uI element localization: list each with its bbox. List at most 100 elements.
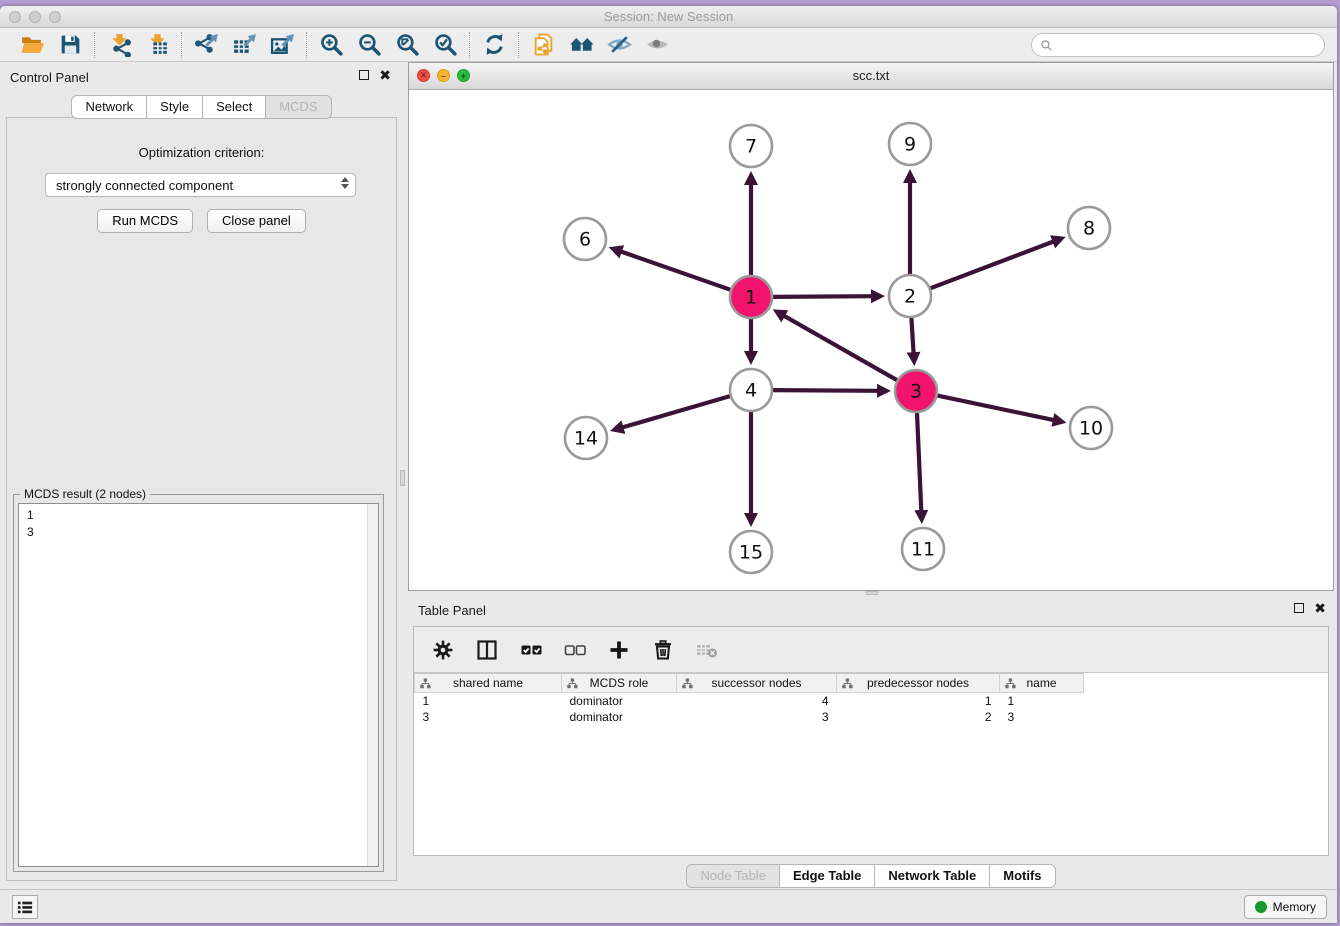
- criterion-dropdown[interactable]: strongly connected component: [45, 173, 356, 197]
- close-table-panel-icon[interactable]: ✖: [1314, 603, 1326, 613]
- graph-node-10[interactable]: 10: [1070, 407, 1112, 449]
- column-header-MCDS-role[interactable]: MCDS role: [562, 674, 677, 693]
- graph-node-14[interactable]: 14: [565, 417, 607, 459]
- delete-table-icon: [695, 638, 719, 662]
- edge-1-2[interactable]: [773, 296, 872, 297]
- graph-node-15[interactable]: 15: [730, 531, 772, 573]
- graph-node-1[interactable]: 1: [730, 276, 772, 318]
- delete-table-button[interactable]: [694, 637, 720, 663]
- search-box[interactable]: [1031, 33, 1325, 57]
- table-cell[interactable]: 4: [677, 693, 837, 709]
- tab-style[interactable]: Style: [146, 95, 203, 119]
- tab-motifs[interactable]: Motifs: [989, 864, 1055, 888]
- tab-mcds[interactable]: MCDS: [265, 95, 331, 119]
- column-header-name[interactable]: name: [1000, 674, 1084, 693]
- table-row[interactable]: 1dominator411: [415, 693, 1100, 709]
- export-network-icon: [194, 32, 219, 57]
- column-header-successor-nodes[interactable]: successor nodes: [677, 674, 837, 693]
- show-graphics-details-button[interactable]: [643, 31, 671, 59]
- zoom-selected-button[interactable]: [431, 31, 459, 59]
- network-canvas[interactable]: 1 2 3 4 6 7 8 9 10 11 14 15: [409, 90, 1333, 590]
- close-panel-button[interactable]: Close panel: [207, 209, 306, 233]
- export-image-button[interactable]: [268, 31, 296, 59]
- vertical-split-handle[interactable]: [400, 470, 405, 486]
- control-panel: Control Panel ✖ NetworkStyleSelectMCDS O…: [0, 62, 403, 889]
- zoom-in-button[interactable]: [317, 31, 345, 59]
- column-type-icon: [420, 678, 431, 689]
- result-scrollbar[interactable]: [367, 504, 378, 866]
- export-image-icon: [270, 32, 295, 57]
- tab-network[interactable]: Network: [71, 95, 147, 119]
- column-type-icon: [842, 678, 853, 689]
- zoom-fit-button[interactable]: [393, 31, 421, 59]
- graph-node-4[interactable]: 4: [730, 369, 772, 411]
- table-cell[interactable]: 1: [837, 693, 1000, 709]
- graph-node-2[interactable]: 2: [889, 275, 931, 317]
- table-cell[interactable]: 3: [677, 709, 837, 725]
- memory-button[interactable]: Memory: [1244, 895, 1327, 919]
- show-graphics-details-icon: [645, 32, 670, 57]
- table-cell[interactable]: 3: [1000, 709, 1084, 725]
- edge-3-10[interactable]: [938, 396, 1054, 421]
- control-panel-tabs: NetworkStyleSelectMCDS: [0, 95, 403, 119]
- refresh-network-button[interactable]: [480, 31, 508, 59]
- table-cell[interactable]: 1: [1000, 693, 1084, 709]
- edge-3-11[interactable]: [917, 413, 921, 511]
- edge-2-8[interactable]: [931, 242, 1054, 289]
- toggle-panel-layout-button[interactable]: [474, 637, 500, 663]
- import-network-button[interactable]: [105, 31, 133, 59]
- node-label: 4: [745, 380, 757, 402]
- column-type-icon: [567, 678, 578, 689]
- open-session-button[interactable]: [18, 31, 46, 59]
- open-network-file-button[interactable]: [529, 31, 557, 59]
- edge-4-3[interactable]: [773, 390, 878, 391]
- export-network-button[interactable]: [192, 31, 220, 59]
- add-column-button[interactable]: [606, 637, 632, 663]
- graph-node-6[interactable]: 6: [564, 218, 606, 260]
- select-all-rows-button[interactable]: [518, 637, 544, 663]
- memory-status-icon: [1255, 901, 1267, 913]
- column-header-predecessor-nodes[interactable]: predecessor nodes: [837, 674, 1000, 693]
- edge-1-6[interactable]: [621, 252, 730, 290]
- close-panel-icon[interactable]: ✖: [379, 70, 391, 80]
- tab-node-table[interactable]: Node Table: [686, 864, 780, 888]
- import-table-button[interactable]: [143, 31, 171, 59]
- float-panel-icon[interactable]: [359, 70, 369, 80]
- float-table-panel-icon[interactable]: [1294, 603, 1304, 613]
- task-history-button[interactable]: [12, 895, 38, 919]
- graph-node-7[interactable]: 7: [730, 125, 772, 167]
- table-settings-button[interactable]: [430, 637, 456, 663]
- export-table-button[interactable]: [230, 31, 258, 59]
- save-session-button[interactable]: [56, 31, 84, 59]
- table-cell[interactable]: dominator: [562, 709, 677, 725]
- column-header-shared-name[interactable]: shared name: [415, 674, 562, 693]
- hide-graphics-details-button[interactable]: [605, 31, 633, 59]
- delete-column-button[interactable]: [650, 637, 676, 663]
- table-row[interactable]: 3dominator323: [415, 709, 1100, 725]
- graph-node-9[interactable]: 9: [889, 123, 931, 165]
- delete-column-icon: [651, 638, 675, 662]
- graph-node-11[interactable]: 11: [902, 528, 944, 570]
- node-label: 3: [910, 381, 922, 403]
- network-window-titlebar[interactable]: ✕ – + scc.txt: [409, 63, 1333, 90]
- edge-4-14[interactable]: [623, 396, 730, 427]
- home-button[interactable]: [567, 31, 595, 59]
- tab-select[interactable]: Select: [202, 95, 266, 119]
- zoom-out-button[interactable]: [355, 31, 383, 59]
- table-cell[interactable]: 1: [415, 693, 562, 709]
- edge-2-3[interactable]: [911, 318, 913, 353]
- zoom-in-icon: [319, 32, 344, 57]
- table-cell[interactable]: dominator: [562, 693, 677, 709]
- graph-node-3[interactable]: 3: [895, 370, 937, 412]
- graph-node-8[interactable]: 8: [1068, 207, 1110, 249]
- search-input[interactable]: [1058, 38, 1316, 52]
- table-settings-icon: [431, 638, 455, 662]
- table-cell[interactable]: 2: [837, 709, 1000, 725]
- deselect-all-rows-button[interactable]: [562, 637, 588, 663]
- mcds-result-list[interactable]: 13: [18, 503, 379, 867]
- run-mcds-button[interactable]: Run MCDS: [97, 209, 193, 233]
- tab-edge-table[interactable]: Edge Table: [779, 864, 875, 888]
- tab-network-table[interactable]: Network Table: [874, 864, 990, 888]
- edge-3-1[interactable]: [784, 316, 897, 380]
- table-cell[interactable]: 3: [415, 709, 562, 725]
